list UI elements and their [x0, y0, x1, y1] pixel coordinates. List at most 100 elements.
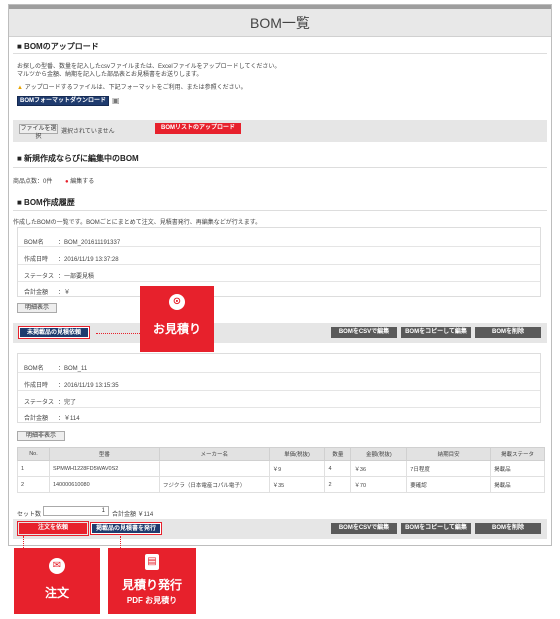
- bom2-status-value: ：完了: [58, 400, 77, 406]
- edit-link[interactable]: ● 編集する: [65, 176, 94, 185]
- choose-file-button[interactable]: ファイルを選択: [19, 124, 58, 140]
- hide-details-button[interactable]: 明細非表示: [17, 431, 65, 441]
- issue-quote-button[interactable]: 掲載品の見積書を発行: [90, 522, 162, 535]
- bom2-name-value: ：BOM_11: [58, 366, 88, 372]
- row-divider: [18, 390, 540, 391]
- row-divider: [18, 281, 540, 282]
- edit-link-text[interactable]: 編集する: [70, 179, 94, 185]
- bom1-total-label: 合計金額: [24, 290, 49, 296]
- set-count-label: セット数: [17, 512, 42, 518]
- col-header: 数量: [324, 447, 352, 461]
- bom2-total-value: ：￥114: [58, 416, 80, 422]
- row-divider: [18, 372, 540, 373]
- upload-notice: ▲ アップロードするファイルは、下記フォーマットをご利用、または参照ください。: [17, 82, 247, 91]
- issue-callout-label-1: 見積り発行: [121, 578, 182, 592]
- cell-maker: [158, 460, 270, 477]
- page-title: BOM一覧: [9, 9, 551, 37]
- bom2-name-label: BOM名: [24, 366, 44, 372]
- order-callout: ✉ 注文: [14, 548, 100, 614]
- cell-status: 掲載品: [490, 460, 545, 477]
- callout-connector: [23, 536, 24, 548]
- show-details-button[interactable]: 明細表示: [17, 303, 57, 313]
- cell-lead-time: 要確認: [406, 476, 492, 493]
- cell-no: 1: [17, 460, 50, 477]
- set-total-text: 合計金額 ￥114: [112, 512, 154, 518]
- bom2-copy-edit-button[interactable]: BOMをコピーして編集: [401, 523, 471, 534]
- col-header: 単価(税抜): [268, 447, 326, 461]
- table-row: 2 140000610080 フジクラ（日本電産コパル電子） ￥35 2 ￥70…: [17, 476, 545, 493]
- bom2-created-value: ：2016/11/19 13:15:35: [58, 383, 119, 389]
- cell-qty: 4: [324, 460, 352, 477]
- row-divider: [18, 407, 540, 408]
- issue-callout-label-2: PDF お見積り: [126, 596, 178, 605]
- bom1-name-value: ：BOM_201611191337: [58, 240, 121, 246]
- col-header: 納期目安: [406, 447, 492, 461]
- callout-connector: [120, 536, 121, 548]
- cell-maker: フジクラ（日本電産コパル電子）: [158, 476, 270, 493]
- quote-request-button[interactable]: 未掲載品の見積依頼: [18, 326, 90, 339]
- col-header: メーカー名: [158, 447, 270, 461]
- bom2-csv-edit-button[interactable]: BOMをCSVで編集: [331, 523, 397, 534]
- col-header: 型番: [48, 447, 160, 461]
- cell-amount: ￥36: [350, 460, 408, 477]
- history-heading: ■ BOM作成履歴: [17, 198, 75, 207]
- bom2-delete-button[interactable]: BOMを削除: [475, 523, 541, 534]
- bom2-created-label: 作成日時: [24, 383, 49, 389]
- bom1-status-label: ステータス: [24, 274, 55, 280]
- set-count-input[interactable]: 1: [43, 506, 109, 516]
- cell-status: 掲載品: [490, 476, 545, 493]
- divider: [13, 53, 547, 54]
- cell-no: 2: [17, 476, 50, 493]
- file-icon[interactable]: ▣: [112, 96, 120, 105]
- bom1-csv-edit-button[interactable]: BOMをCSVで編集: [331, 327, 397, 338]
- upload-notice-text: アップロードするファイルは、下記フォーマットをご利用、または参照ください。: [24, 85, 247, 91]
- bom-list-upload-button[interactable]: BOMリストのアップロード: [155, 123, 241, 134]
- bom1-info-box: BOM名 ：BOM_201611191337 作成日時 ：2016/11/19 …: [17, 227, 541, 297]
- table-header-row: No. 型番 メーカー名 単価(税抜) 数量 金額(税抜) 納期目安 掲載ステー…: [17, 447, 545, 461]
- row-divider: [18, 246, 540, 247]
- quote-callout-label: お見積り: [152, 322, 201, 336]
- cell-lead-time: 7日程度: [406, 460, 492, 477]
- arrow-right-circle-icon: ●: [65, 179, 69, 185]
- bom1-delete-button[interactable]: BOMを削除: [475, 327, 541, 338]
- bom1-copy-edit-button[interactable]: BOMをコピーして編集: [401, 327, 471, 338]
- cell-unit-price: ￥9: [268, 460, 326, 477]
- quote-icon: ⊙: [169, 294, 185, 310]
- bom1-created-value: ：2016/11/19 13:37:28: [58, 257, 119, 263]
- row-divider: [18, 264, 540, 265]
- order-request-button[interactable]: 注文を依頼: [17, 521, 89, 536]
- pdf-icon: ▤: [145, 554, 159, 570]
- cell-part-number: SPMWH1228FD5WAV0S2: [48, 460, 160, 477]
- cell-amount: ￥70: [350, 476, 408, 493]
- divider: [13, 167, 547, 168]
- bom2-status-label: ステータス: [24, 400, 55, 406]
- no-file-text: 選択されていません: [61, 129, 115, 135]
- divider: [13, 210, 547, 211]
- warning-icon: ▲: [17, 85, 23, 91]
- col-header: 掲載ステータ: [490, 447, 545, 461]
- issue-quote-callout: ▤ 見積り発行 PDF お見積り: [108, 548, 196, 614]
- cell-part-number: 140000610080: [48, 476, 160, 493]
- bom1-total-value: ：￥: [58, 290, 71, 296]
- cell-unit-price: ￥35: [268, 476, 326, 493]
- quote-callout: ⊙ お見積り: [140, 286, 214, 352]
- bom1-name-label: BOM名: [24, 240, 44, 246]
- cell-qty: 2: [324, 476, 352, 493]
- editing-heading: ■ 新規作成ならびに編集中のBOM: [17, 154, 139, 163]
- bom1-created-label: 作成日時: [24, 257, 49, 263]
- col-header: 金額(税抜): [350, 447, 408, 461]
- col-header: No.: [17, 447, 50, 461]
- upload-desc-2: マルツから金額、納期を記入した部品表とお見積書をお送りします。: [17, 72, 203, 78]
- item-count: 商品点数：0件: [13, 179, 53, 185]
- bom2-total-label: 合計金額: [24, 416, 49, 422]
- history-desc: 作成したBOMの一覧です。BOMごとにまとめて注文、見積書発行、再編集などが行え…: [13, 220, 262, 226]
- bom-format-download-button[interactable]: BOMフォーマットダウンロード: [17, 96, 109, 106]
- upload-heading: ■ BOMのアップロード: [17, 42, 99, 51]
- bom2-parts-table: No. 型番 メーカー名 単価(税抜) 数量 金額(税抜) 納期目安 掲載ステー…: [17, 447, 545, 493]
- callout-connector: [96, 333, 140, 334]
- mail-icon: ✉: [49, 558, 65, 574]
- order-callout-label: 注文: [44, 586, 69, 600]
- table-row: 1 SPMWH1228FD5WAV0S2 ￥9 4 ￥36 7日程度 掲載品: [17, 460, 545, 477]
- bom2-info-box: BOM名 ：BOM_11 作成日時 ：2016/11/19 13:15:35 ス…: [17, 353, 541, 423]
- bom1-status-value: ：一部要見積: [58, 274, 95, 280]
